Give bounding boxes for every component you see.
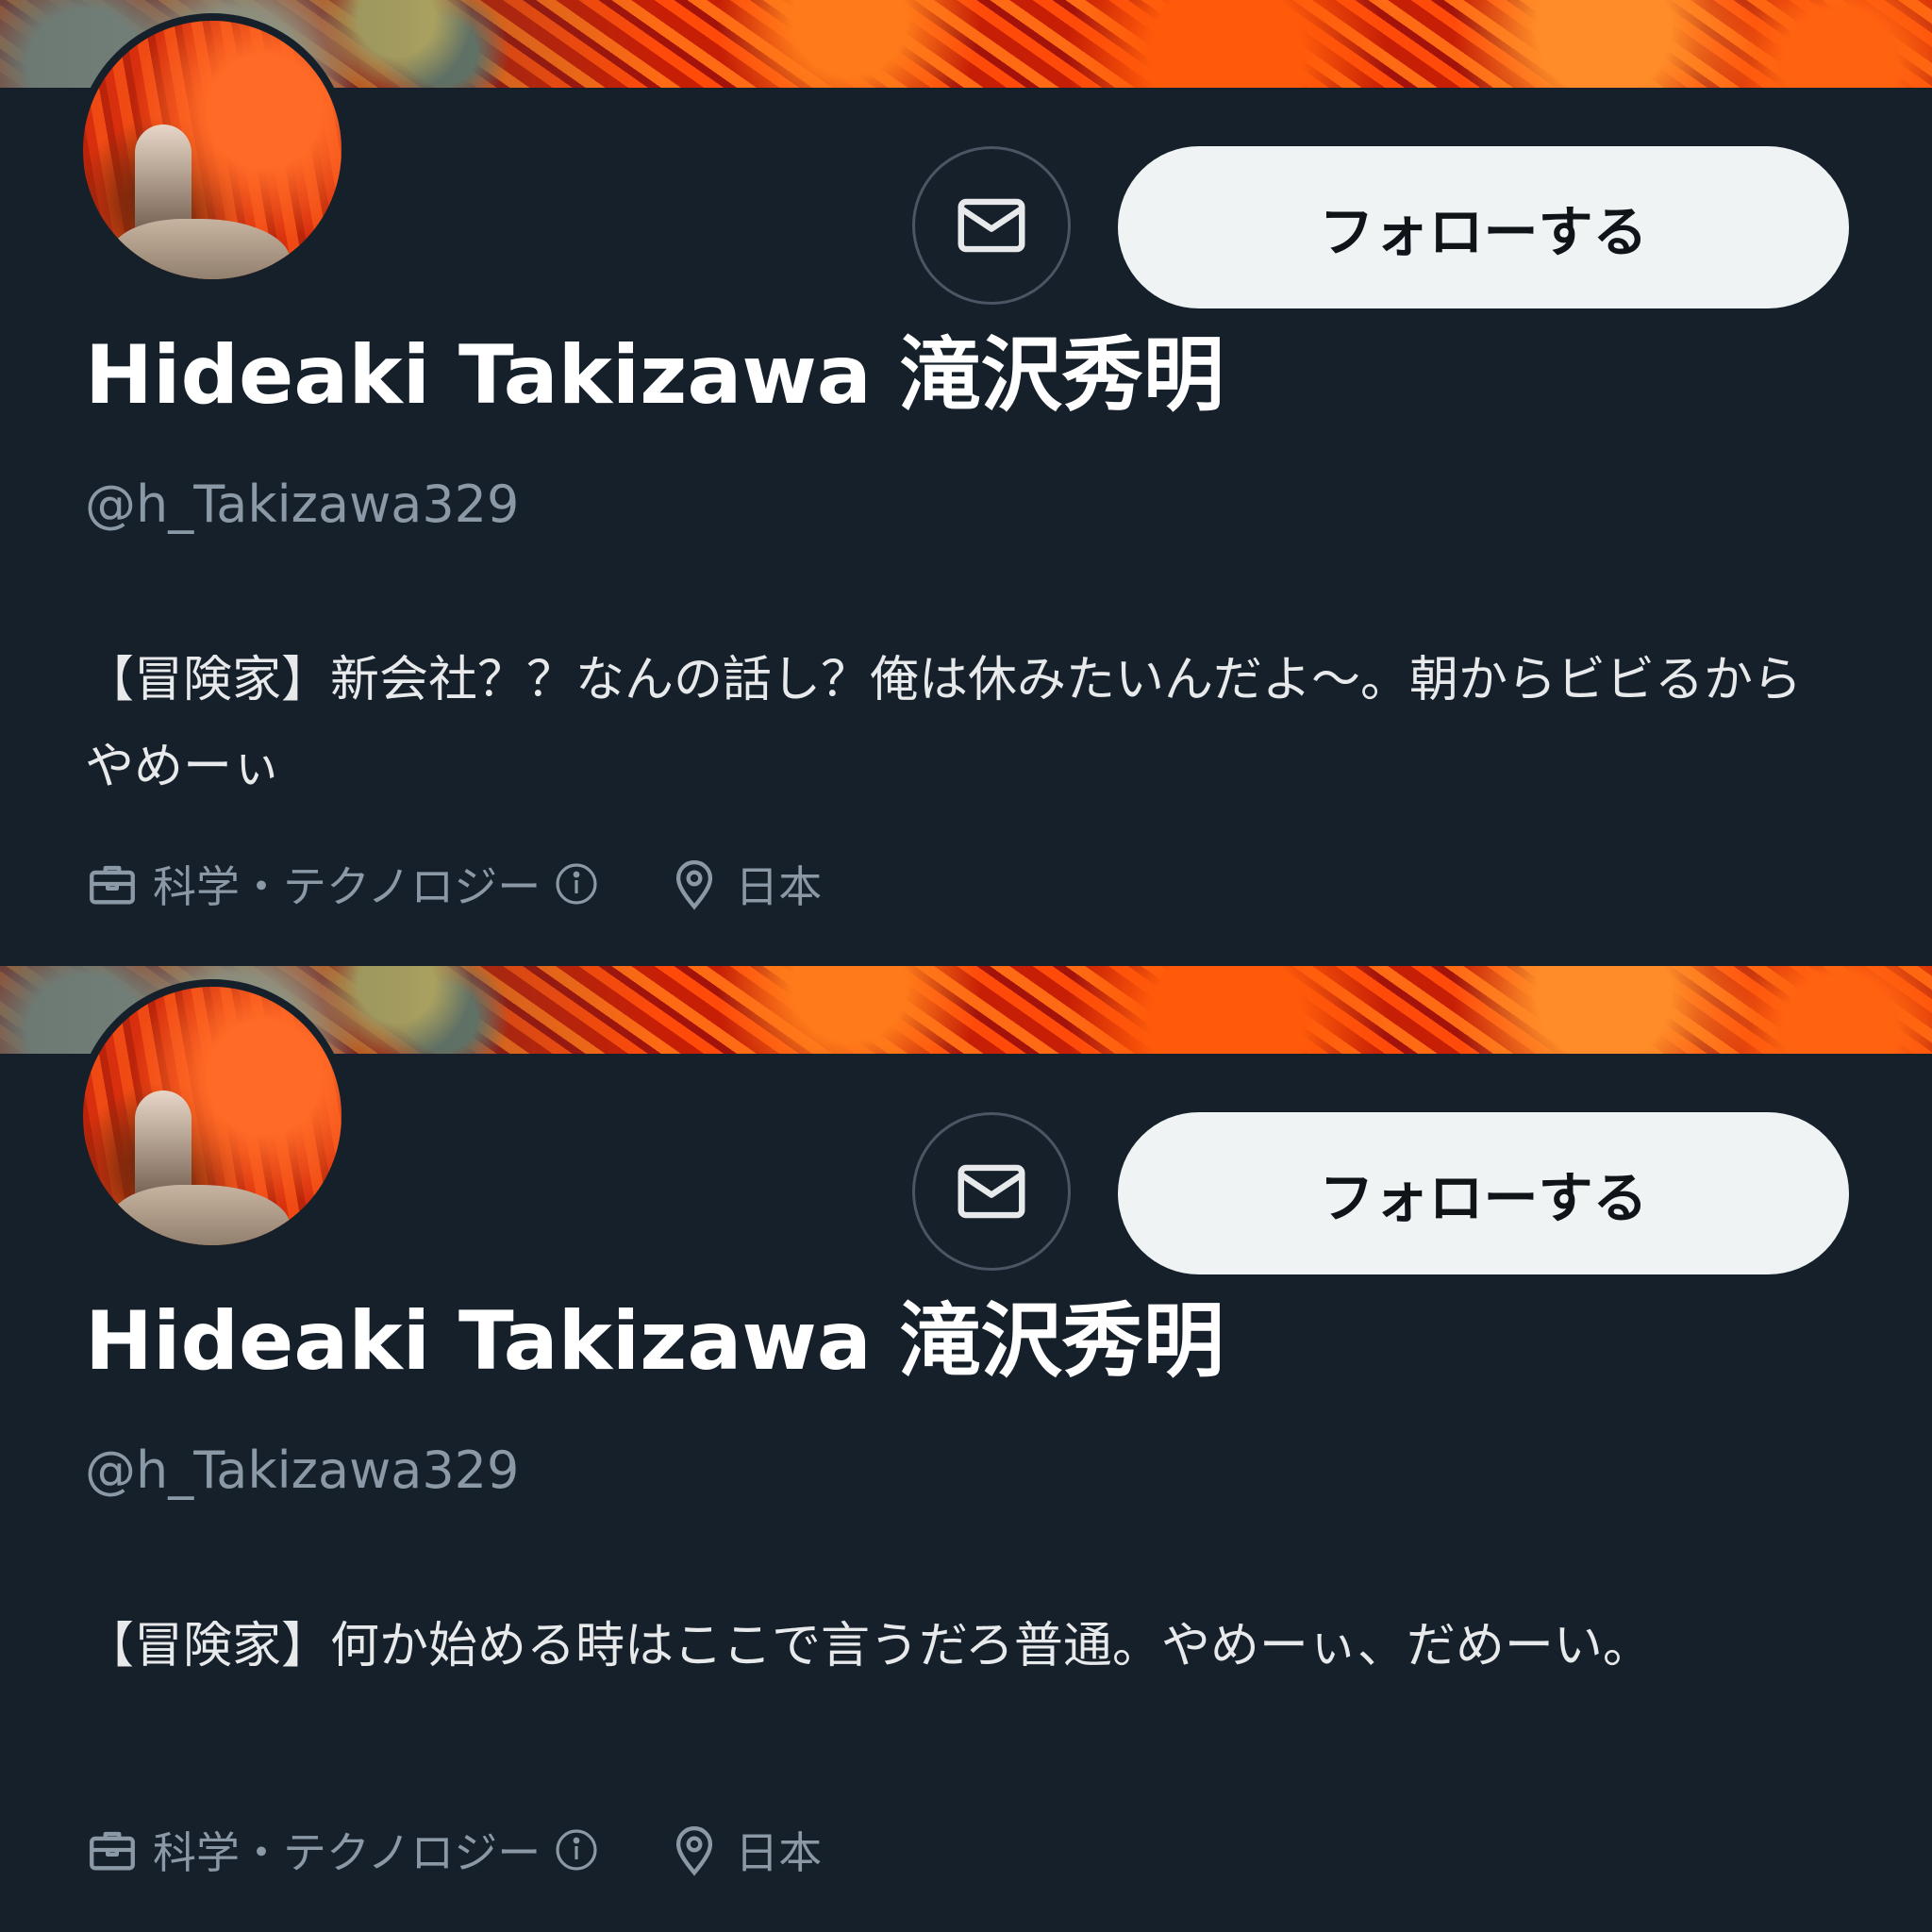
profile-header-panel: フォローする Hideaki Takizawa 滝沢秀明 @h_Takizawa… xyxy=(0,0,1932,966)
profile-category: 科学・テクノロジー xyxy=(153,1827,541,1878)
follow-button[interactable]: フォローする xyxy=(1118,1112,1849,1274)
profile-location: 日本 xyxy=(735,861,823,912)
user-handle: @h_Takizawa329 xyxy=(85,1441,520,1500)
info-circle-icon[interactable] xyxy=(554,861,599,907)
profile-meta-row: 科学・テクノロジー 日本 xyxy=(85,1820,822,1880)
map-pin-icon xyxy=(676,859,713,910)
envelope-icon xyxy=(958,198,1025,253)
profile-bio: 【冒険家】新会社？？なんの話し？俺は休みたいんだよ〜。朝からビビるからやめーぃ xyxy=(85,652,1803,795)
user-handle: @h_Takizawa329 xyxy=(85,475,520,534)
envelope-icon xyxy=(958,1164,1025,1219)
profile-meta-row: 科学・テクノロジー 日本 xyxy=(85,854,822,914)
profile-avatar[interactable] xyxy=(75,13,349,287)
profile-category: 科学・テクノロジー xyxy=(153,861,541,912)
message-button[interactable] xyxy=(912,146,1071,305)
profile-header-panel: フォローする Hideaki Takizawa 滝沢秀明 @h_Takizawa… xyxy=(0,966,1932,1932)
profile-avatar[interactable] xyxy=(75,979,349,1253)
profile-location: 日本 xyxy=(735,1827,823,1878)
profile-bio: 【冒険家】何か始める時はここで言うだろ普通。やめーぃ、だめーい。 xyxy=(85,1618,1652,1674)
info-circle-icon[interactable] xyxy=(554,1827,599,1873)
map-pin-icon xyxy=(676,1825,713,1876)
message-button[interactable] xyxy=(912,1112,1071,1271)
display-name: Hideaki Takizawa 滝沢秀明 xyxy=(85,328,1224,423)
follow-button[interactable]: フォローする xyxy=(1118,146,1849,308)
briefcase-icon xyxy=(90,1831,135,1871)
display-name: Hideaki Takizawa 滝沢秀明 xyxy=(85,1294,1224,1389)
briefcase-icon xyxy=(90,865,135,905)
